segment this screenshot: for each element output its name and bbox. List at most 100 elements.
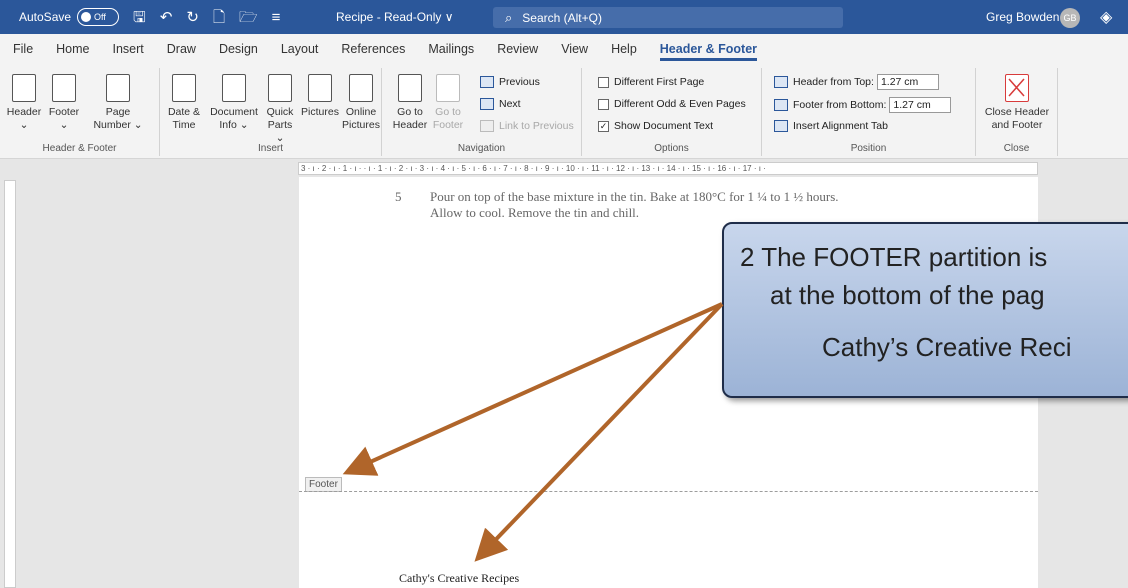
next-label: Next [499, 98, 521, 110]
close-group: Close Header and Footer Close [976, 68, 1058, 156]
link-icon [480, 120, 494, 132]
show-document-text-checkbox[interactable]: ✓ [598, 120, 609, 132]
go-to-header-button[interactable]: Go to Header [392, 74, 428, 132]
step-line-2: Allow to cool. Remove the tin and chill. [430, 205, 640, 220]
step-number: 5 [395, 189, 402, 204]
quick-parts-label: Quick [266, 106, 294, 118]
close-header-footer-sub: and Footer [991, 119, 1043, 131]
footer-text[interactable]: Cathy's Creative Recipes [399, 571, 519, 586]
search-box[interactable]: ⌕ Search (Alt+Q) [493, 7, 843, 28]
go-to-footer-icon [436, 74, 460, 102]
vertical-ruler[interactable] [4, 180, 16, 588]
tab-design[interactable]: Design [219, 42, 258, 56]
different-first-page-checkbox[interactable] [598, 76, 609, 88]
document-info-icon [222, 74, 246, 102]
customize-toolbar-icon[interactable]: ≡ [272, 10, 281, 25]
pictures-button[interactable]: Pictures [298, 74, 342, 119]
header-from-top-row: Header from Top: 1.27 cm [774, 74, 939, 90]
new-document-icon[interactable]: 🗋 [213, 10, 225, 25]
tab-header-footer[interactable]: Header & Footer [659, 42, 758, 61]
different-first-page-label: Different First Page [614, 76, 705, 88]
alignment-tab-icon [774, 120, 788, 132]
footer-button[interactable]: Footer ⌄ [44, 74, 84, 132]
go-to-header-sub: Header [392, 119, 428, 131]
tab-home[interactable]: Home [56, 42, 89, 56]
navigation-group-label: Navigation [457, 143, 506, 154]
redo-icon[interactable]: ↻ [186, 10, 199, 25]
position-group-label: Position [850, 143, 887, 154]
tab-references[interactable]: References [341, 42, 405, 56]
page-number-icon [106, 74, 130, 102]
position-group: Header from Top: 1.27 cm Footer from Bot… [762, 68, 976, 156]
open-folder-icon[interactable]: 🗁 [239, 10, 258, 25]
callout-line-1: 2 The FOOTER partition is [740, 242, 1048, 272]
different-odd-even-option[interactable]: Different Odd & Even Pages [598, 98, 746, 110]
diamond-icon[interactable]: ◈ [1100, 7, 1112, 27]
insert-group-label: Insert [257, 143, 283, 154]
horizontal-ruler[interactable]: 3 · ı · 2 · ı · 1 · ı · · ı · 1 · ı · 2 … [0, 159, 1128, 177]
different-odd-even-checkbox[interactable] [598, 98, 609, 110]
tab-review[interactable]: Review [497, 42, 538, 56]
footer-dropdown: ⌄ [59, 119, 69, 131]
callout-line-3: Cathy’s Creative Reci [822, 332, 1072, 362]
page-number-dropdown: Number ⌄ [93, 119, 143, 131]
link-to-previous-label: Link to Previous [499, 120, 574, 132]
different-first-page-option[interactable]: Different First Page [598, 76, 704, 88]
avatar[interactable]: GB [1060, 8, 1080, 28]
tab-insert[interactable]: Insert [113, 42, 144, 56]
header-from-top-input[interactable]: 1.27 cm [876, 74, 939, 90]
tab-layout[interactable]: Layout [281, 42, 319, 56]
tab-draw[interactable]: Draw [167, 42, 196, 56]
tab-help[interactable]: Help [611, 42, 637, 56]
ribbon-tabs: File Home Insert Draw Design Layout Refe… [0, 34, 1128, 64]
save-icon[interactable]: 🖫 [133, 10, 146, 25]
online-pictures-icon [349, 74, 373, 102]
footer-position-icon [774, 99, 788, 111]
insert-alignment-tab-label: Insert Alignment Tab [793, 120, 888, 132]
next-button[interactable]: Next [480, 98, 521, 110]
header-button[interactable]: Header ⌄ [4, 74, 44, 132]
footer-tag: Footer [305, 477, 342, 492]
autosave-state: Off [94, 12, 106, 22]
toggle-knob [81, 12, 92, 22]
previous-button[interactable]: Previous [480, 76, 540, 88]
quick-parts-icon [268, 74, 292, 102]
link-to-previous-button[interactable]: Link to Previous [480, 120, 574, 132]
footer-boundary [299, 491, 1038, 492]
step-line-1: Pour on top of the base mixture in the t… [430, 189, 839, 204]
user-name[interactable]: Greg Bowden [986, 10, 1059, 24]
callout-line-2: at the bottom of the pag [770, 280, 1045, 310]
close-header-footer-label: Close Header [984, 106, 1050, 118]
insert-alignment-tab-button[interactable]: Insert Alignment Tab [774, 120, 888, 132]
document-info-button[interactable]: Document Info ⌄ [206, 74, 262, 132]
tab-mailings[interactable]: Mailings [428, 42, 474, 56]
document-info-label: Document [210, 106, 258, 118]
date-time-button[interactable]: Date & Time [162, 74, 206, 132]
tab-view[interactable]: View [561, 42, 588, 56]
footer-from-bottom-input[interactable]: 1.27 cm [889, 97, 952, 113]
insert-group: Date & Time Document Info ⌄ Quick Parts … [160, 68, 382, 156]
header-footer-group: Header ⌄ Footer ⌄ Page Number ⌄ Header &… [0, 68, 160, 156]
document-title[interactable]: Recipe - Read-Only ∨ [336, 10, 454, 24]
page-number-button[interactable]: Page Number ⌄ [88, 74, 148, 132]
search-placeholder: Search (Alt+Q) [522, 10, 602, 25]
close-header-footer-button[interactable]: Close Header and Footer [976, 74, 1058, 132]
go-to-footer-button[interactable]: Go to Footer [430, 74, 466, 132]
search-icon: ⌕ [505, 9, 513, 25]
autosave-toggle[interactable]: Off [77, 8, 120, 26]
header-position-icon [774, 76, 788, 88]
online-pictures-button[interactable]: Online Pictures [340, 74, 382, 132]
header-dropdown: ⌄ [19, 119, 29, 131]
next-icon [480, 98, 494, 110]
ruler-scale: 3 · ı · 2 · ı · 1 · ı · · ı · 1 · ı · 2 … [298, 162, 1038, 175]
options-group-label: Options [654, 143, 689, 154]
tab-file[interactable]: File [13, 42, 33, 56]
page-number-label: Page [105, 106, 131, 118]
autosave-label: AutoSave [19, 10, 72, 24]
show-document-text-label: Show Document Text [614, 120, 714, 132]
footer-label: Footer [48, 106, 80, 118]
undo-icon[interactable]: ↶ [160, 10, 173, 25]
footer-from-bottom-label: Footer from Bottom: [793, 99, 887, 111]
show-document-text-option[interactable]: ✓ Show Document Text [598, 120, 713, 132]
quick-parts-button[interactable]: Quick Parts ⌄ [262, 74, 298, 145]
